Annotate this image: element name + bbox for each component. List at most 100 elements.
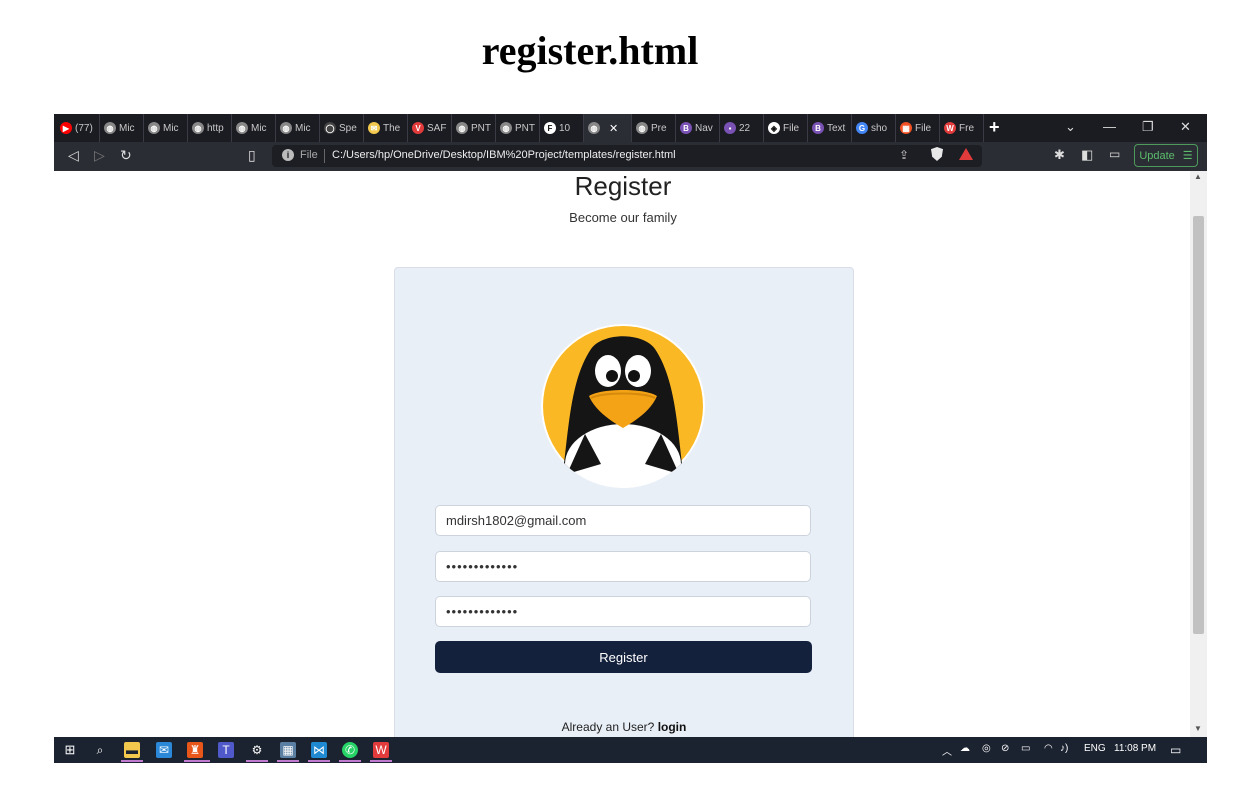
tab-list: ▶ (77) ◍ Mic ◍ Mic ◍ http ◍ Mic ◍ Mic ◯ Spe ✉ The V SAF ◍ P…: [56, 114, 984, 142]
sidebar-icon[interactable]: ◧: [1081, 147, 1093, 163]
tab-label: (77): [75, 122, 93, 134]
running-indicator: [308, 760, 330, 762]
tray-expand-icon[interactable]: ︿: [942, 743, 952, 758]
close-window-icon[interactable]: ✕: [1180, 119, 1191, 135]
app-icon: ▪: [724, 122, 736, 134]
brave-browser-icon[interactable]: ♜: [187, 742, 203, 758]
tab-label: Pre: [651, 122, 667, 134]
tab-label: Fre: [959, 122, 974, 134]
browser-tab[interactable]: ▶ (77): [56, 114, 100, 142]
browser-tab[interactable]: ◍ Mic: [144, 114, 188, 142]
teams-icon[interactable]: T: [218, 742, 234, 758]
browser-tab[interactable]: ◍ Pre: [632, 114, 676, 142]
tab-label: File: [783, 122, 800, 134]
volume-icon[interactable]: ♪): [1060, 743, 1068, 754]
tab-label: 10: [559, 122, 571, 134]
battery-icon[interactable]: ▭: [1021, 743, 1030, 754]
update-button[interactable]: Update ☰: [1134, 144, 1198, 167]
tab-label: sho: [871, 122, 888, 134]
update-label: Update: [1139, 149, 1175, 162]
confirm-password-input[interactable]: [435, 596, 811, 627]
language-indicator[interactable]: ENG: [1084, 743, 1106, 754]
password-input[interactable]: [435, 551, 811, 582]
share-icon[interactable]: ⇪: [899, 148, 909, 162]
reload-icon[interactable]: ↻: [120, 147, 132, 164]
browser-tab[interactable]: V SAF: [408, 114, 452, 142]
photos-icon[interactable]: ▦: [280, 742, 296, 758]
onedrive-icon[interactable]: ☁: [960, 743, 970, 754]
browser-tab[interactable]: ◍ ✕: [584, 114, 632, 142]
vivaldi-icon: V: [412, 122, 424, 134]
browser-tab[interactable]: ◍ Mic: [276, 114, 320, 142]
vertical-scrollbar[interactable]: ▲ ▼: [1190, 171, 1207, 737]
browser-tab[interactable]: B Text: [808, 114, 852, 142]
email-input[interactable]: [435, 505, 811, 536]
browser-tab[interactable]: Gsho: [852, 114, 896, 142]
running-indicator: [121, 760, 143, 762]
github-icon: ◯: [324, 122, 336, 134]
clock[interactable]: 11:08 PM: [1114, 743, 1156, 754]
site-info-icon[interactable]: i: [282, 149, 294, 161]
back-icon[interactable]: ◁: [68, 147, 79, 164]
browser-tab[interactable]: ▦ File: [896, 114, 940, 142]
globe-icon: ◍: [636, 122, 648, 134]
browser-tab[interactable]: ◍ PNT: [452, 114, 496, 142]
whatsapp-icon[interactable]: ✆: [342, 742, 358, 758]
bookmark-icon[interactable]: ▯: [248, 147, 256, 164]
brave-rewards-icon[interactable]: [959, 148, 973, 160]
notification-mute-icon[interactable]: ⊘: [1001, 743, 1009, 754]
vscode-icon[interactable]: ⋈: [311, 742, 327, 758]
search-icon[interactable]: ⌕: [92, 742, 108, 758]
tab-label: Mic: [251, 122, 267, 134]
bootstrap-icon: B: [680, 122, 692, 134]
browser-tab[interactable]: ✉ The: [364, 114, 408, 142]
microsoft-icon: ▦: [900, 122, 912, 134]
wallet-icon[interactable]: ▭: [1109, 147, 1120, 161]
outlook-icon[interactable]: ✉: [156, 742, 172, 758]
globe-icon: ◍: [148, 122, 160, 134]
minimize-icon[interactable]: —: [1103, 119, 1116, 134]
file-explorer-icon[interactable]: ▬: [124, 742, 140, 758]
notification-center-icon[interactable]: ▭: [1170, 743, 1181, 757]
restore-icon[interactable]: ❐: [1142, 119, 1154, 135]
browser-screenshot: ▶ (77) ◍ Mic ◍ Mic ◍ http ◍ Mic ◍ Mic ◯ Spe ✉ The V SAF ◍ P…: [54, 114, 1207, 763]
close-tab-icon[interactable]: ✕: [609, 122, 618, 135]
browser-tab[interactable]: ◍ http: [188, 114, 232, 142]
browser-tab[interactable]: ▪ 22: [720, 114, 764, 142]
browser-tab[interactable]: ◯ Spe: [320, 114, 364, 142]
new-tab-icon[interactable]: +: [989, 117, 1000, 138]
meet-now-icon[interactable]: ◎: [982, 743, 991, 754]
page-title: Register: [574, 171, 672, 201]
browser-tab[interactable]: ◍ Mic: [100, 114, 144, 142]
f-icon: F: [544, 122, 556, 134]
browser-tab[interactable]: ◍ Mic: [232, 114, 276, 142]
globe-icon: ◍: [588, 122, 600, 134]
browser-tab[interactable]: W Fre: [940, 114, 984, 142]
tab-strip: ▶ (77) ◍ Mic ◍ Mic ◍ http ◍ Mic ◍ Mic ◯ Spe ✉ The V SAF ◍ P…: [54, 114, 1207, 142]
tab-label: PNT: [515, 122, 535, 134]
browser-tab[interactable]: ◈ File: [764, 114, 808, 142]
browser-tab[interactable]: B Nav: [676, 114, 720, 142]
url-text[interactable]: C:/Users/hp/OneDrive/Desktop/IBM%20Proje…: [332, 149, 676, 161]
settings-icon[interactable]: ⚙: [249, 742, 265, 758]
register-button[interactable]: Register: [435, 641, 812, 673]
penguin-icon: [541, 324, 705, 488]
wps-icon: W: [944, 122, 956, 134]
windows-start-icon[interactable]: ⊞: [62, 742, 78, 758]
browser-tab[interactable]: F 10: [540, 114, 584, 142]
scroll-up-icon[interactable]: ▲: [1194, 172, 1202, 181]
tab-label: Text: [827, 122, 846, 134]
tab-label: Mic: [119, 122, 135, 134]
globe-icon: ◍: [280, 122, 292, 134]
extensions-icon[interactable]: ✱: [1054, 147, 1065, 163]
scroll-down-icon[interactable]: ▼: [1194, 724, 1202, 733]
wps-office-icon[interactable]: W: [373, 742, 389, 758]
login-link[interactable]: login: [658, 720, 687, 734]
forward-icon[interactable]: ▷: [94, 147, 105, 164]
wifi-icon[interactable]: ◠: [1044, 743, 1053, 754]
document-title: register.html: [481, 28, 699, 73]
browser-tab[interactable]: ◍ PNT: [496, 114, 540, 142]
scroll-thumb[interactable]: [1193, 216, 1204, 634]
address-bar[interactable]: i File C:/Users/hp/OneDrive/Desktop/IBM%…: [272, 145, 982, 167]
tab-search-chevron-icon[interactable]: ⌄: [1065, 119, 1076, 135]
